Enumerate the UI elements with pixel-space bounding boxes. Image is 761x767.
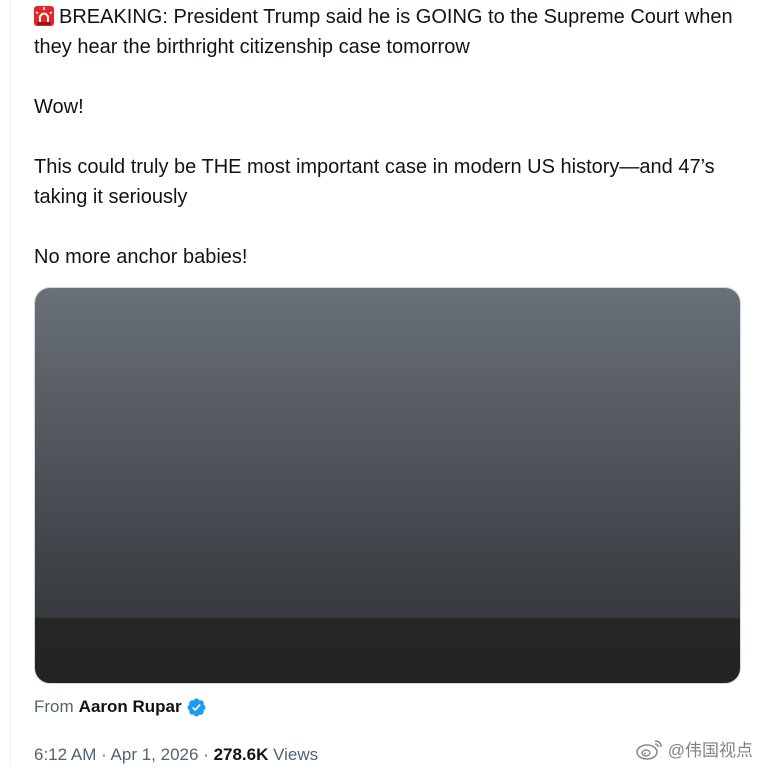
watermark-text: @伟国视点: [667, 741, 753, 760]
meta-separator: ·: [198, 745, 214, 764]
views-label: Views: [268, 745, 319, 764]
tweet-media-image[interactable]: [34, 287, 741, 684]
tweet-line-breaking: BREAKING: President Trump said he is GOI…: [34, 5, 739, 58]
tweet-line-closing: No more anchor babies!: [34, 246, 248, 268]
tweet-date-link[interactable]: Apr 1, 2026: [111, 745, 199, 764]
media-photo: [35, 288, 740, 683]
attribution-label: From: [34, 697, 74, 716]
tweet-text: BREAKING: President Trump said he is GOI…: [34, 2, 744, 302]
watermark: @伟国视点: [635, 736, 753, 761]
tweet-time-link[interactable]: 6:12 AM: [34, 745, 96, 764]
weibo-icon: [635, 739, 662, 760]
tweet-line-wow: Wow!: [34, 96, 84, 118]
meta-separator: ·: [96, 745, 111, 764]
siren-icon: [34, 5, 54, 26]
media-attribution: From Aaron Rupar: [34, 696, 207, 718]
attribution-author-link[interactable]: Aaron Rupar: [79, 696, 182, 718]
verified-badge-icon: [186, 697, 207, 718]
views-count: 278.6K: [213, 745, 269, 764]
tweet-line-case: This could truly be THE most important c…: [34, 156, 721, 208]
tweet-meta: 6:12 AM · Apr 1, 2026 · 278.6K Views: [34, 744, 318, 766]
timeline-border: [10, 0, 11, 767]
